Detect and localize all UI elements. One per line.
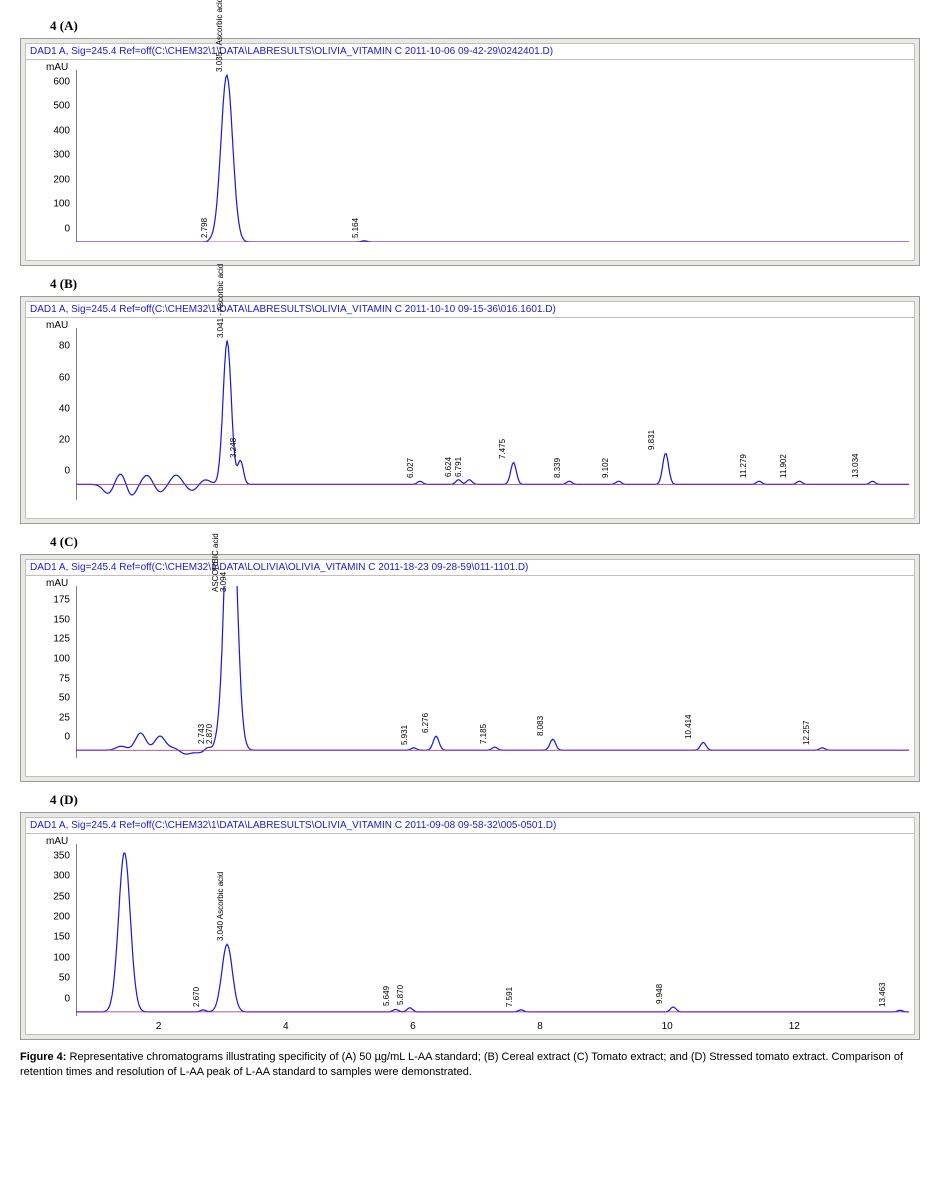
plot-area: mAU0255075100125150175 2.7432.8703.094AS… xyxy=(25,575,915,777)
peak-label: 3.248 xyxy=(229,438,238,458)
peak-label: 11.279 xyxy=(739,454,748,478)
y-tick: 75 xyxy=(30,673,70,684)
y-tick: 300 xyxy=(30,150,70,161)
caption-body: Representative chromatograms illustratin… xyxy=(20,1051,903,1078)
peak-label: 3.041 - Ascorbic acid xyxy=(216,263,225,337)
y-tick: 50 xyxy=(30,693,70,704)
peak-label: 9.831 xyxy=(647,430,656,450)
peak-label: 3.094 xyxy=(219,572,228,592)
y-tick: 300 xyxy=(30,871,70,882)
peak-label: 6.791 xyxy=(454,457,463,477)
peak-label: 13.463 xyxy=(878,983,887,1007)
panel-label: 4 (D) xyxy=(50,792,920,808)
plot-area: mAU05010015020025030035024681012 2.6703.… xyxy=(25,833,915,1035)
panel-label: 4 (A) xyxy=(50,18,920,34)
figure-caption: Figure 4: Representative chromatograms i… xyxy=(20,1050,920,1080)
y-tick: 400 xyxy=(30,125,70,136)
peak-label: 10.414 xyxy=(684,715,693,739)
y-tick: 200 xyxy=(30,912,70,923)
peak-label: 11.902 xyxy=(779,454,788,478)
peak-label: 9.102 xyxy=(601,458,610,478)
peak-label: 3.040 Ascorbic acid xyxy=(216,872,225,941)
peak-label: 7.185 xyxy=(479,724,488,744)
chromatogram-header: DAD1 A, Sig=245.4 Ref=off(C:\CHEM32\1\DA… xyxy=(25,43,915,59)
chromatogram-frame: DAD1 A, Sig=245.4 Ref=off(C:\CHEM32\1\DA… xyxy=(20,296,920,524)
y-tick: 150 xyxy=(30,614,70,625)
y-tick: 125 xyxy=(30,634,70,645)
y-tick: 25 xyxy=(30,712,70,723)
y-tick: 200 xyxy=(30,174,70,185)
peak-label: 8.339 xyxy=(553,458,562,478)
y-tick: 0 xyxy=(30,224,70,235)
peak-label: 7.475 xyxy=(498,439,507,459)
chromatogram-header: DAD1 A, Sig=245.4 Ref=off(C:\CHEM32\1\DA… xyxy=(25,559,915,575)
peak-label: 12.257 xyxy=(802,720,811,744)
chromatogram-frame: DAD1 A, Sig=245.4 Ref=off(C:\CHEM32\1\DA… xyxy=(20,38,920,266)
y-tick: 175 xyxy=(30,595,70,606)
peak-label: 5.649 xyxy=(382,986,391,1006)
y-tick: 100 xyxy=(30,952,70,963)
y-tick: 0 xyxy=(30,466,70,477)
y-tick: 500 xyxy=(30,101,70,112)
peak-label: 5.870 xyxy=(396,985,405,1005)
y-tick: 100 xyxy=(30,199,70,210)
y-tick: 250 xyxy=(30,891,70,902)
peak-label: 5.931 xyxy=(400,725,409,745)
panel-label: 4 (B) xyxy=(50,276,920,292)
y-tick: 150 xyxy=(30,932,70,943)
peak-label: 9.948 xyxy=(655,984,664,1004)
y-tick: 20 xyxy=(30,435,70,446)
peak-label: 6.624 xyxy=(444,457,453,477)
peak-label: 6.027 xyxy=(406,458,415,478)
x-tick: 10 xyxy=(662,1021,673,1032)
x-tick: 2 xyxy=(156,1021,162,1032)
x-tick: 8 xyxy=(537,1021,543,1032)
peak-label: 8.083 xyxy=(536,716,545,736)
y-tick: 350 xyxy=(30,850,70,861)
plot-area: mAU0100200300400500600 2.7983.035 - Asco… xyxy=(25,59,915,261)
y-tick: 60 xyxy=(30,372,70,383)
y-tick: 600 xyxy=(30,76,70,87)
peak-label: 2.870 xyxy=(205,724,214,744)
chromatogram-frame: DAD1 A, Sig=245.4 Ref=off(C:\CHEM32\1\DA… xyxy=(20,554,920,782)
peak-label: 3.035 - Ascorbic acid xyxy=(215,0,224,72)
plot-area: mAU020406080 3.041 - Ascorbic acid3.2486… xyxy=(25,317,915,519)
peak-label: 6.276 xyxy=(421,713,430,733)
peak-label: 13.034 xyxy=(851,454,860,478)
y-tick: 100 xyxy=(30,654,70,665)
chromatogram-trace xyxy=(76,70,909,242)
panel-label: 4 (C) xyxy=(50,534,920,550)
chromatogram-frame: DAD1 A, Sig=245.4 Ref=off(C:\CHEM32\1\DA… xyxy=(20,812,920,1040)
peak-label: ASCORBIC acid xyxy=(211,534,220,593)
peak-label: 5.164 xyxy=(351,218,360,238)
caption-lead: Figure 4: xyxy=(20,1051,66,1063)
chromatogram-header: DAD1 A, Sig=245.4 Ref=off(C:\CHEM32\1\DA… xyxy=(25,817,915,833)
peak-label: 2.798 xyxy=(200,218,209,238)
x-tick: 4 xyxy=(283,1021,289,1032)
chromatogram-header: DAD1 A, Sig=245.4 Ref=off(C:\CHEM32\1\DA… xyxy=(25,301,915,317)
y-tick: 0 xyxy=(30,732,70,743)
y-tick: 40 xyxy=(30,403,70,414)
x-tick: 12 xyxy=(789,1021,800,1032)
peak-label: 7.591 xyxy=(505,987,514,1007)
y-tick: 80 xyxy=(30,341,70,352)
y-tick: 50 xyxy=(30,973,70,984)
x-tick: 6 xyxy=(410,1021,416,1032)
y-tick: 0 xyxy=(30,993,70,1004)
peak-label: 2.670 xyxy=(192,987,201,1007)
